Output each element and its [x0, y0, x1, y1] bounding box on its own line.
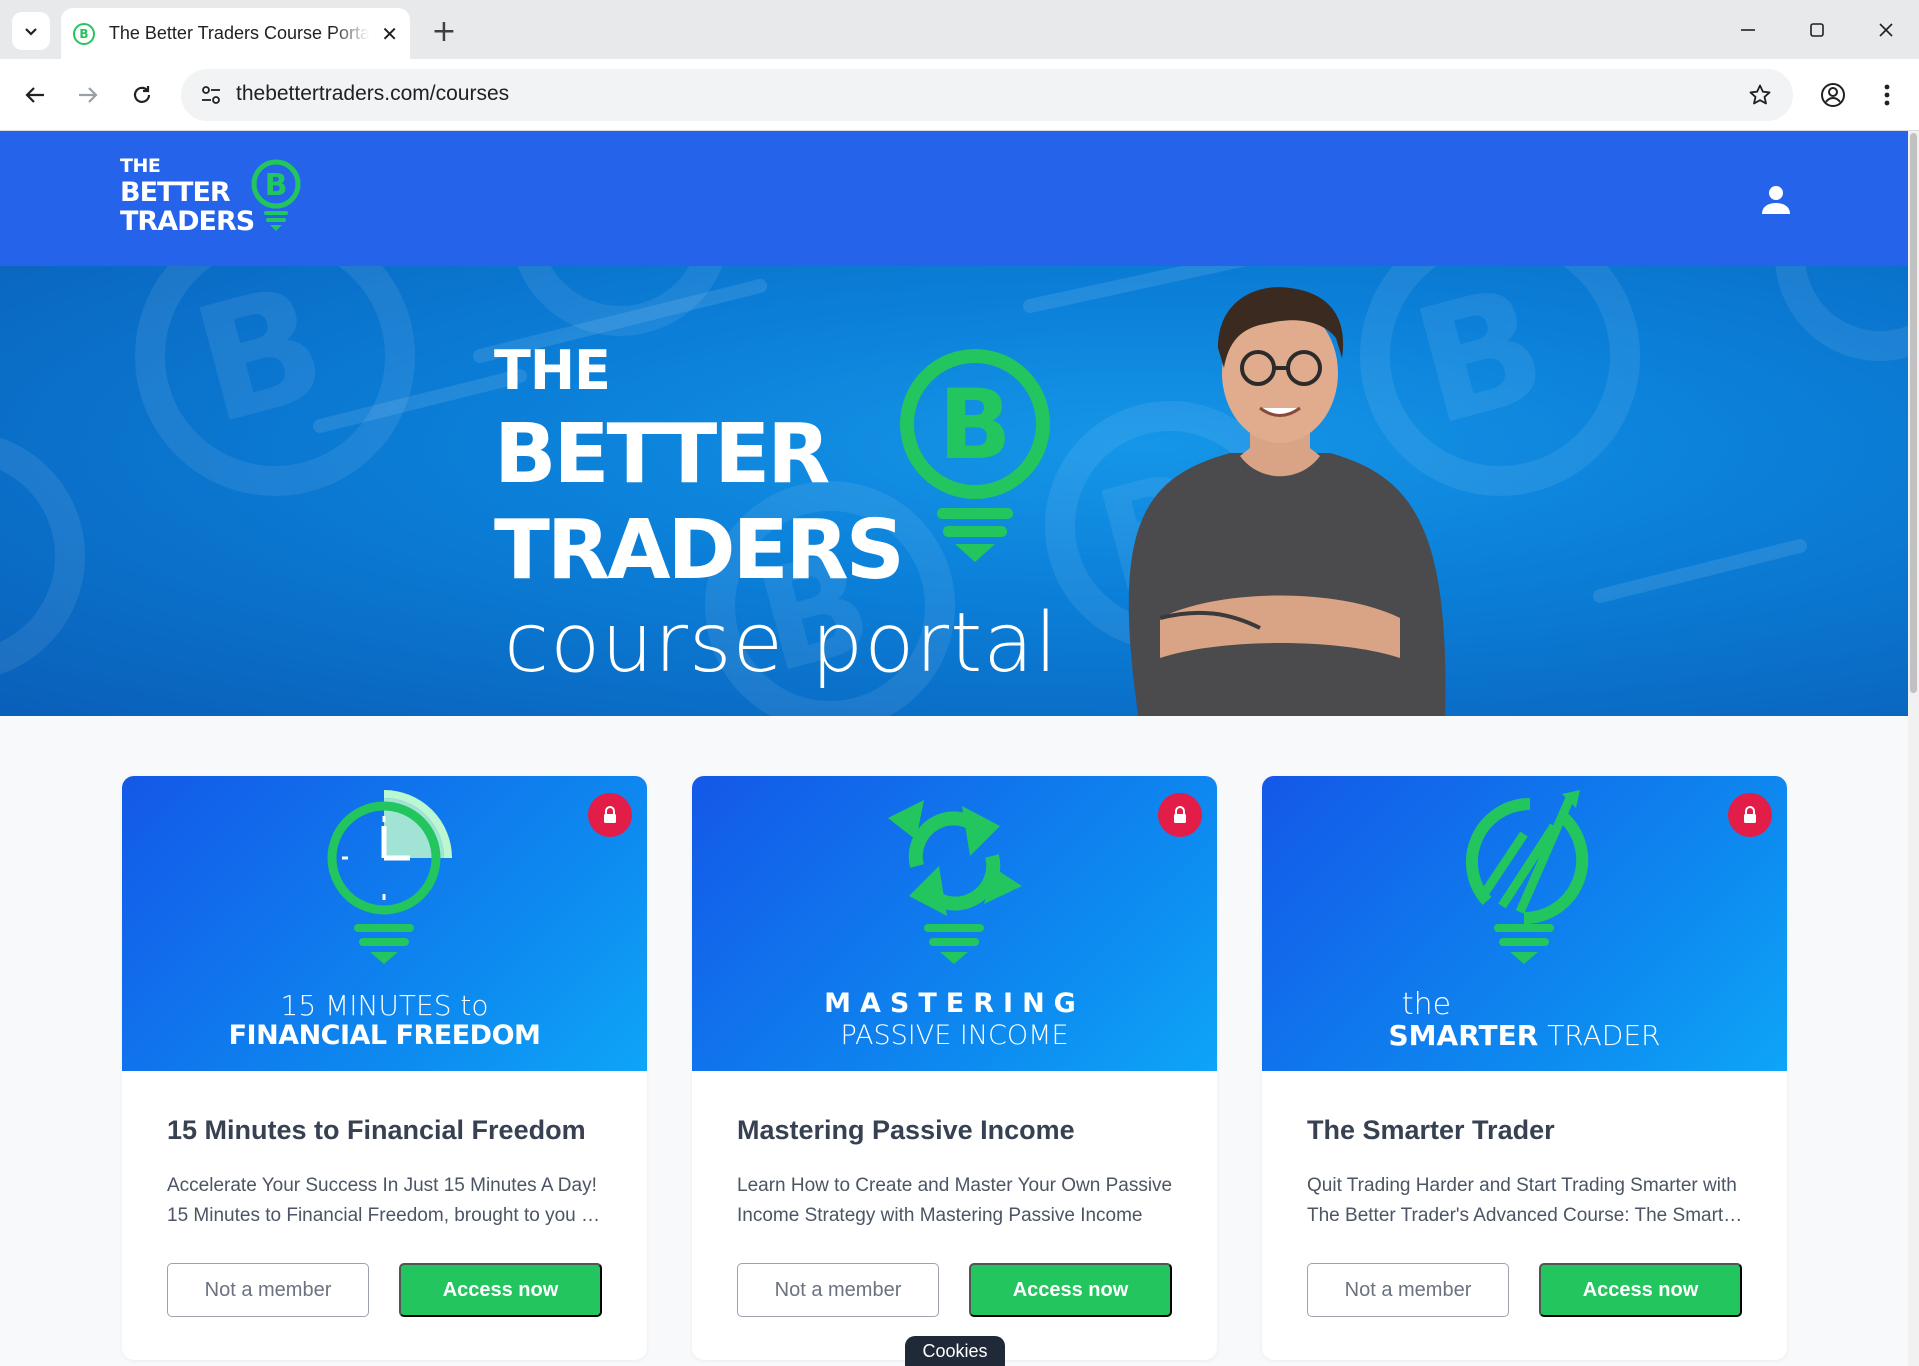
minimize-button[interactable]	[1720, 10, 1776, 50]
close-tab-icon[interactable]: ✕	[381, 22, 398, 46]
course-thumbnail[interactable]: MASTERING PASSIVE INCOME	[692, 776, 1217, 1071]
site-header: THE BETTER TRADERS B	[0, 131, 1908, 266]
thumbnail-line1: the	[1401, 987, 1452, 1022]
tab-search-button[interactable]	[12, 12, 50, 50]
course-title[interactable]: The Smarter Trader	[1307, 1115, 1555, 1146]
profile-icon	[1821, 83, 1845, 107]
instructor-photo	[1128, 287, 1446, 716]
hero-title-line2: BETTER	[494, 407, 830, 502]
lock-icon	[604, 806, 616, 823]
hero-title: THE BETTER TRADERS	[494, 339, 905, 598]
course-thumbnail[interactable]: the SMARTER TRADER	[1262, 776, 1787, 1071]
course-thumbnail[interactable]: 15 MINUTES to FINANCIAL FREEDOM	[122, 776, 647, 1071]
bitcoin-bulb-icon: B	[251, 159, 301, 231]
lock-badge	[588, 793, 632, 837]
bitcoin-bulb-icon: B	[900, 349, 1050, 562]
reload-icon	[133, 86, 151, 103]
thumbnail-line2: SMARTER TRADER	[1262, 1022, 1787, 1050]
course-card: MASTERING PASSIVE INCOME Mastering Passi…	[692, 776, 1217, 1360]
bitcoin-favicon-icon: B	[73, 22, 95, 45]
lock-badge	[1158, 793, 1202, 837]
thumbnail-line1: 15 MINUTES to	[280, 989, 489, 1022]
arrow-right-icon	[79, 87, 98, 103]
hero-banner: B B B B THE BETTER TRADERS course portal…	[0, 266, 1908, 716]
new-tab-button[interactable]: +	[425, 12, 463, 50]
hero-subtitle: course portal	[504, 596, 1059, 691]
close-window-button[interactable]	[1858, 10, 1914, 50]
thumbnail-line2: FINANCIAL FREEDOM	[228, 1020, 541, 1051]
minimize-icon	[1741, 29, 1755, 31]
reload-button[interactable]	[122, 75, 162, 115]
access-now-button[interactable]: Access now	[1539, 1263, 1742, 1317]
back-button[interactable]	[15, 75, 55, 115]
course-description: Learn How to Create and Master Your Own …	[737, 1175, 1173, 1226]
course-title[interactable]: Mastering Passive Income	[737, 1115, 1075, 1146]
more-vertical-icon	[1884, 84, 1890, 106]
thumbnail-line2-bold: SMARTER	[1388, 1019, 1539, 1052]
thumbnail-line1: MASTERING	[824, 988, 1085, 1019]
course-title[interactable]: 15 Minutes to Financial Freedom	[167, 1115, 586, 1146]
course-description: Quit Trading Harder and Start Trading Sm…	[1307, 1175, 1741, 1226]
logo-line2: BETTER	[120, 177, 231, 208]
thumbnail-line2: PASSIVE INCOME	[840, 1020, 1069, 1051]
not-a-member-button[interactable]: Not a member	[737, 1263, 939, 1317]
browser-tabstrip: B The Better Traders Course Portal ✕ +	[0, 0, 1919, 59]
address-bar[interactable]: thebettertraders.com/courses	[181, 69, 1793, 121]
hero-title-line3: TRADERS	[494, 503, 905, 598]
scrollbar-thumb[interactable]	[1910, 133, 1917, 693]
maximize-button[interactable]	[1789, 10, 1845, 50]
arrow-left-icon	[25, 87, 44, 103]
course-description: Accelerate Your Success In Just 15 Minut…	[167, 1175, 602, 1226]
user-account-icon[interactable]	[1758, 182, 1794, 218]
not-a-member-button[interactable]: Not a member	[1307, 1263, 1509, 1317]
close-icon	[1879, 23, 1893, 37]
forward-button[interactable]	[68, 75, 108, 115]
thumbnail-line2-light: TRADER	[1538, 1019, 1661, 1052]
course-card: the SMARTER TRADER The Smarter Trader Qu…	[1262, 776, 1787, 1360]
bookmark-star-icon[interactable]	[1745, 80, 1775, 110]
logo-line1: THE	[120, 155, 161, 177]
hero-title-line1: THE	[494, 339, 611, 402]
lock-icon	[1174, 806, 1186, 823]
lock-badge	[1728, 793, 1772, 837]
site-logo[interactable]: THE BETTER TRADERS B	[120, 157, 310, 242]
access-now-button[interactable]: Access now	[399, 1263, 602, 1317]
chevron-down-icon	[25, 28, 37, 36]
browser-toolbar: thebettertraders.com/courses	[0, 59, 1919, 131]
browser-menu-button[interactable]	[1867, 75, 1907, 115]
access-now-button[interactable]: Access now	[969, 1263, 1172, 1317]
lock-icon	[1744, 806, 1756, 823]
site-settings-icon[interactable]	[195, 79, 227, 111]
svg-text:B: B	[265, 168, 288, 203]
logo-wordmark: THE BETTER TRADERS	[120, 155, 255, 237]
svg-text:B: B	[938, 369, 1011, 481]
not-a-member-button[interactable]: Not a member	[167, 1263, 369, 1317]
browser-tab-active[interactable]: B The Better Traders Course Portal ✕	[61, 8, 410, 59]
logo-line3: TRADERS	[120, 206, 255, 237]
maximize-icon	[1810, 23, 1824, 37]
profile-button[interactable]	[1813, 75, 1853, 115]
course-card: 15 MINUTES to FINANCIAL FREEDOM 15 Minut…	[122, 776, 647, 1360]
url-text: thebettertraders.com/courses	[236, 82, 510, 105]
cookies-button[interactable]: Cookies	[905, 1336, 1005, 1366]
tab-title: The Better Traders Course Portal	[108, 23, 370, 43]
